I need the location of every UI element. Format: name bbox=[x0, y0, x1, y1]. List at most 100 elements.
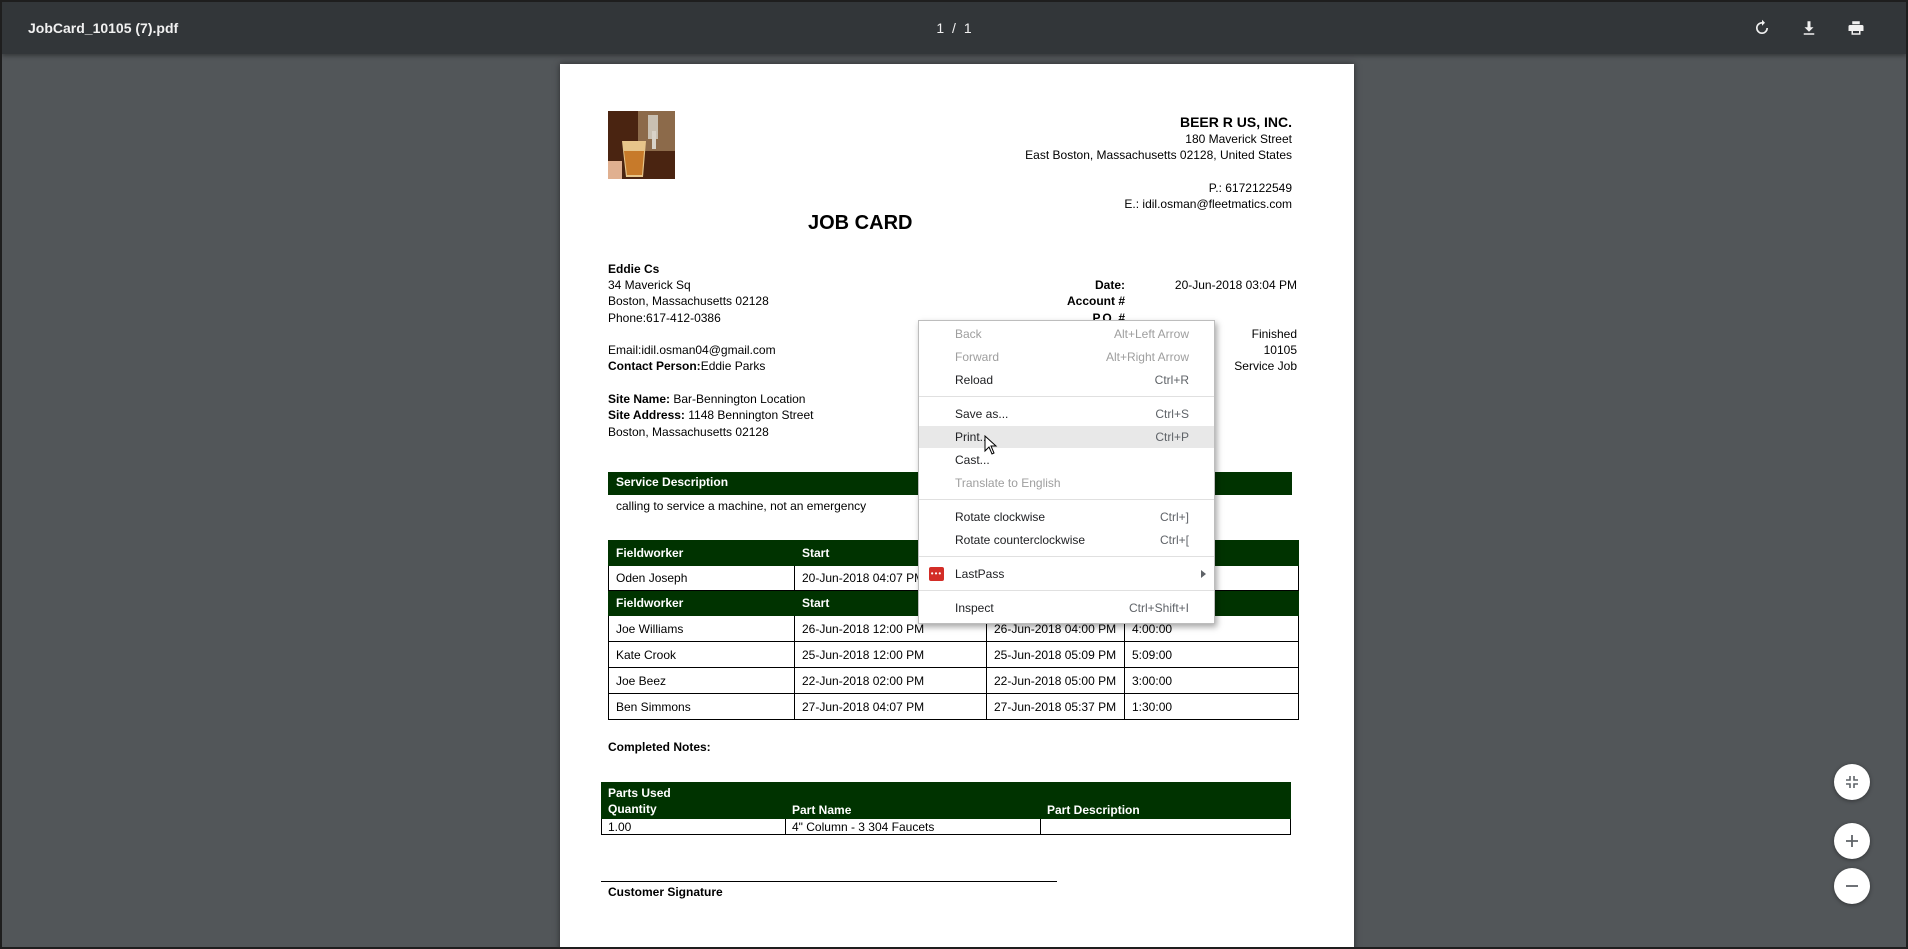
header-cell: Fieldworker bbox=[608, 540, 795, 566]
customer-phone: Phone:617-412-0386 bbox=[608, 311, 721, 325]
menu-separator bbox=[919, 396, 1214, 397]
fit-page-icon bbox=[1846, 776, 1858, 788]
company-email: E.: idil.osman@fleetmatics.com bbox=[1124, 197, 1292, 211]
menu-item-label: Forward bbox=[955, 350, 1000, 364]
customer-street: 34 Maverick Sq bbox=[608, 278, 691, 292]
header-cell: Quantity bbox=[608, 802, 657, 816]
parts-header-cell: Parts Used Quantity bbox=[601, 782, 786, 819]
menu-item-shortcut: Ctrl+R bbox=[1154, 373, 1189, 387]
header-cell: Part Description bbox=[1040, 782, 1291, 819]
table-row: 1.00 4" Column - 3 304 Faucets bbox=[601, 818, 1291, 835]
contact-person: Contact Person:Eddie Parks bbox=[608, 359, 765, 373]
parts-table: Parts Used Quantity Part Name Part Descri… bbox=[601, 782, 1291, 835]
print-button[interactable] bbox=[1844, 16, 1868, 40]
lastpass-icon: ••• bbox=[929, 567, 944, 581]
site-name-value: Bar-Bennington Location bbox=[670, 392, 806, 406]
table-cell: 27-Jun-2018 05:37 PM bbox=[986, 693, 1125, 720]
customer-name: Eddie Cs bbox=[608, 262, 660, 276]
header-cell: Part Name bbox=[785, 782, 1041, 819]
zoom-out-icon bbox=[1846, 885, 1858, 887]
menu-item-label: Reload bbox=[955, 373, 994, 387]
menu-item-label: Back bbox=[955, 327, 982, 341]
menu-item-shortcut: Alt+Right Arrow bbox=[1105, 350, 1189, 364]
zoom-out-button[interactable] bbox=[1834, 868, 1870, 904]
page-indicator: 1 / 1 bbox=[2, 20, 1906, 36]
menu-item-label: Translate to English bbox=[955, 476, 1061, 490]
table-cell: 1.00 bbox=[601, 818, 786, 835]
viewer-toolbar: JobCard_10105 (7).pdf 1 / 1 bbox=[2, 2, 1906, 54]
menu-item-inspect[interactable]: Inspect Ctrl+Shift+I bbox=[919, 597, 1214, 619]
menu-item-shortcut: Ctrl+S bbox=[1155, 407, 1189, 421]
table-cell bbox=[1040, 818, 1291, 835]
table-header-row: Parts Used Quantity Part Name Part Descri… bbox=[601, 782, 1291, 819]
page-separator: / bbox=[952, 20, 956, 36]
site-city: Boston, Massachusetts 02128 bbox=[608, 425, 769, 439]
site-name: Site Name: Bar-Bennington Location bbox=[608, 392, 805, 406]
status-value: Finished bbox=[1251, 327, 1297, 341]
table-cell: 25-Jun-2018 12:00 PM bbox=[794, 641, 987, 668]
zoom-in-icon bbox=[1846, 835, 1858, 847]
menu-item-back[interactable]: Back Alt+Left Arrow bbox=[919, 323, 1214, 345]
table-row: Ben Simmons 27-Jun-2018 04:07 PM 27-Jun-… bbox=[608, 693, 1299, 720]
company-street: 180 Maverick Street bbox=[1185, 132, 1292, 146]
site-address-label: Site Address: bbox=[608, 408, 685, 422]
menu-item-label: Rotate counterclockwise bbox=[955, 533, 1086, 547]
menu-item-label: Save as... bbox=[955, 407, 1009, 421]
download-button[interactable] bbox=[1797, 16, 1821, 40]
customer-email: Email:idil.osman04@gmail.com bbox=[608, 343, 776, 357]
table-cell: Kate Crook bbox=[608, 641, 795, 668]
company-city: East Boston, Massachusetts 02128, United… bbox=[1025, 148, 1292, 162]
download-icon bbox=[1803, 21, 1815, 35]
site-name-label: Site Name: bbox=[608, 392, 671, 406]
submenu-arrow-icon bbox=[1201, 570, 1206, 578]
table-cell: 5:09:00 bbox=[1124, 641, 1299, 668]
menu-item-cast[interactable]: Cast... bbox=[919, 449, 1214, 471]
table-cell: 22-Jun-2018 02:00 PM bbox=[794, 667, 987, 694]
table-cell: 1:30:00 bbox=[1124, 693, 1299, 720]
menu-item-rotate-counterclockwise[interactable]: Rotate counterclockwise Ctrl+[ bbox=[919, 529, 1214, 551]
rotate-button[interactable] bbox=[1750, 16, 1774, 40]
menu-separator bbox=[919, 556, 1214, 557]
job-number: 10105 bbox=[1263, 343, 1297, 357]
menu-item-shortcut: Ctrl+P bbox=[1155, 430, 1189, 444]
table-cell: 4" Column - 3 304 Faucets bbox=[785, 818, 1041, 835]
job-type: Service Job bbox=[1234, 359, 1297, 373]
table-cell: Joe Beez bbox=[608, 667, 795, 694]
date-value: 20-Jun-2018 03:04 PM bbox=[1174, 278, 1297, 292]
menu-item-reload[interactable]: Reload Ctrl+R bbox=[919, 369, 1214, 391]
completed-notes-label: Completed Notes: bbox=[608, 740, 711, 754]
fit-page-button[interactable] bbox=[1834, 764, 1870, 800]
mouse-cursor-icon bbox=[984, 435, 998, 455]
menu-item-rotate-clockwise[interactable]: Rotate clockwise Ctrl+] bbox=[919, 506, 1214, 528]
contact-value: Eddie Parks bbox=[700, 359, 766, 373]
menu-item-shortcut: Alt+Left Arrow bbox=[1113, 327, 1189, 341]
page-current[interactable]: 1 bbox=[936, 20, 944, 36]
company-phone: P.: 6172122549 bbox=[1208, 181, 1292, 195]
page-total: 1 bbox=[963, 20, 972, 36]
pdf-viewer: JobCard_10105 (7).pdf 1 / 1 BEER R US, I… bbox=[0, 0, 1908, 949]
menu-item-translate[interactable]: Translate to English bbox=[919, 472, 1214, 494]
header-cell: Fieldworker bbox=[608, 590, 795, 616]
customer-city: Boston, Massachusetts 02128 bbox=[608, 294, 769, 308]
zoom-in-button[interactable] bbox=[1834, 823, 1870, 859]
menu-item-forward[interactable]: Forward Alt+Right Arrow bbox=[919, 346, 1214, 368]
menu-separator bbox=[919, 590, 1214, 591]
menu-item-save-as[interactable]: Save as... Ctrl+S bbox=[919, 403, 1214, 425]
menu-item-label: Rotate clockwise bbox=[955, 510, 1046, 524]
company-name: BEER R US, INC. bbox=[1179, 114, 1292, 130]
menu-item-shortcut: Ctrl+[ bbox=[1159, 533, 1189, 547]
table-cell: 27-Jun-2018 04:07 PM bbox=[794, 693, 987, 720]
menu-item-label: Inspect bbox=[955, 601, 994, 615]
account-label: Account # bbox=[1066, 294, 1125, 308]
table-cell: Joe Williams bbox=[608, 615, 795, 642]
company-logo bbox=[608, 111, 675, 179]
table-cell: Oden Joseph bbox=[608, 565, 795, 591]
menu-item-lastpass[interactable]: ••• LastPass bbox=[919, 563, 1214, 585]
signature-label: Customer Signature bbox=[608, 885, 723, 899]
menu-item-label: LastPass bbox=[955, 567, 1005, 581]
contact-label: Contact Person: bbox=[608, 359, 701, 373]
table-cell: 25-Jun-2018 05:09 PM bbox=[986, 641, 1125, 668]
date-label: Date: bbox=[1094, 278, 1125, 292]
menu-item-print[interactable]: Print... Ctrl+P bbox=[919, 426, 1214, 448]
signature-line bbox=[601, 881, 1057, 882]
